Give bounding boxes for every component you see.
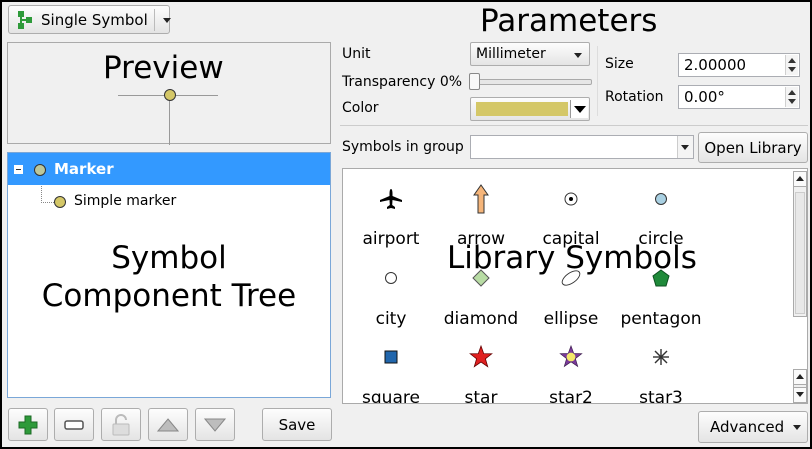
transparency-label: Transparency 0% [342, 74, 463, 90]
scrollbar-thumb[interactable] [795, 192, 805, 314]
symbol-tree: Marker Simple marker Symbol Component Tr… [7, 152, 331, 398]
tree-item-simple-marker-label: Simple marker [74, 193, 177, 209]
chevron-down-icon [574, 53, 582, 58]
chevron-down-icon [681, 145, 689, 150]
chevron-down-icon [163, 18, 171, 23]
transparency-slider-handle[interactable] [469, 73, 480, 90]
chevron-up-icon[interactable] [794, 172, 806, 187]
move-up-button[interactable] [148, 408, 188, 441]
renderer-select[interactable]: Single Symbol [8, 5, 171, 34]
star-icon [469, 345, 493, 369]
chevron-down-icon [574, 106, 586, 113]
triangle-up-icon [157, 417, 179, 431]
preview-crosshair-v [169, 95, 170, 145]
symbol-item-star2[interactable]: star2 [521, 169, 621, 404]
move-down-button[interactable] [195, 408, 235, 441]
size-decrement[interactable] [785, 64, 798, 75]
preview-marker [164, 89, 176, 101]
symbol-item-star3[interactable]: star3 [611, 169, 711, 404]
library-scrollbar-lower[interactable] [793, 369, 807, 403]
tree-caption-line2: Component Tree [41, 278, 297, 314]
unit-select-value: Millimeter [476, 46, 546, 62]
lock-icon [112, 413, 130, 435]
advanced-button[interactable]: Advanced [698, 411, 808, 443]
chevron-down-icon [793, 425, 801, 430]
symbols-group-select[interactable] [470, 135, 694, 159]
symbol-name: square [362, 388, 420, 404]
library-caption: Library Symbols [447, 240, 697, 276]
single-symbol-icon [17, 10, 33, 30]
tree-item-simple-marker[interactable]: Simple marker [52, 191, 252, 213]
advanced-button-label: Advanced [710, 418, 785, 436]
renderer-select-divider [154, 9, 155, 31]
plus-icon [18, 415, 38, 434]
rotation-spinbox[interactable]: 0.00° [678, 85, 800, 109]
rotation-label: Rotation [605, 89, 664, 105]
minus-icon [64, 419, 84, 430]
tree-item-marker-label: Marker [54, 160, 114, 178]
rotation-value: 0.00° [684, 88, 725, 106]
symbol-item-square[interactable]: square [343, 169, 441, 404]
symbol-name: star2 [549, 388, 593, 404]
size-label: Size [605, 56, 634, 72]
unit-select[interactable]: Millimeter [470, 42, 590, 66]
marker-layer-icon [34, 164, 46, 176]
preview-caption: Preview [103, 50, 224, 86]
preview-panel: Preview [7, 42, 331, 145]
library-symbols-panel: airport arrow capital circle city diamond elli… [342, 168, 808, 404]
parameters-caption: Parameters [480, 3, 658, 39]
symbol-grid: airport arrow capital circle city diamond elli… [343, 169, 791, 404]
params-separator [597, 46, 598, 116]
asterisk-star-icon [649, 345, 673, 369]
color-dropdown[interactable] [570, 100, 588, 118]
add-layer-button[interactable] [8, 408, 48, 441]
star2-icon [559, 344, 583, 369]
square-icon [379, 345, 403, 369]
symbol-name: star [464, 388, 498, 404]
transparency-slider-track[interactable] [472, 79, 592, 85]
symbol-name: star3 [639, 388, 683, 404]
params-bottom-separator [340, 125, 808, 126]
unit-label: Unit [342, 46, 371, 62]
color-button[interactable] [470, 97, 590, 121]
size-value: 2.00000 [684, 56, 747, 74]
symbol-item-star[interactable]: star [431, 169, 531, 404]
lock-layer-button[interactable] [101, 408, 141, 441]
color-swatch [476, 102, 568, 116]
symbols-group-dropdown[interactable] [677, 136, 693, 158]
save-button-label: Save [278, 415, 316, 434]
rotation-decrement[interactable] [785, 96, 798, 107]
collapse-icon[interactable] [14, 165, 23, 174]
open-library-button[interactable]: Open Library [698, 132, 808, 163]
renderer-select-label: Single Symbol [41, 10, 148, 29]
tree-item-marker[interactable]: Marker [8, 153, 330, 185]
remove-layer-button[interactable] [54, 408, 94, 441]
library-scrollbar-upper[interactable] [793, 171, 807, 317]
triangle-down-icon [204, 418, 226, 432]
save-button[interactable]: Save [262, 408, 332, 441]
tree-caption-line1: Symbol [111, 240, 227, 276]
simple-marker-icon [54, 196, 66, 208]
chevron-down-icon[interactable] [794, 387, 806, 402]
symbols-in-group-label: Symbols in group [342, 139, 464, 155]
color-label: Color [342, 100, 379, 116]
size-spinbox[interactable]: 2.00000 [678, 53, 800, 77]
chevron-up-icon[interactable] [794, 370, 806, 385]
open-library-label: Open Library [704, 138, 802, 157]
